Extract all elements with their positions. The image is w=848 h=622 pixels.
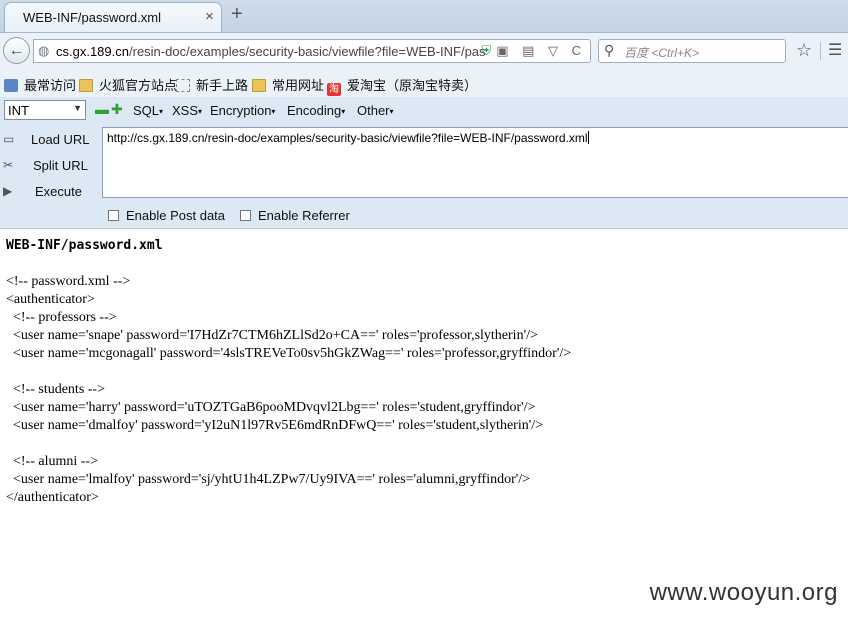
search-placeholder: 百度 <Ctrl+K> bbox=[624, 46, 700, 60]
enable-post-checkbox[interactable]: Enable Post data bbox=[108, 208, 225, 223]
code-line: <!-- professors --> bbox=[6, 310, 117, 325]
bookmarks-toolbar: 最常访问 火狐官方站点 新手上路 常用网址 淘爱淘宝（原淘宝特卖） bbox=[0, 68, 848, 98]
type-select-value: INT bbox=[8, 103, 29, 118]
enable-referrer-checkbox[interactable]: Enable Referrer bbox=[240, 208, 350, 223]
apps-icon bbox=[4, 79, 18, 92]
hackbar-panel: INT ▼ ▬ ✚ SQL▾ XSS▾ Encryption▾ Encoding… bbox=[0, 97, 848, 229]
tab-password-xml[interactable]: WEB-INF/password.xml × bbox=[4, 2, 222, 32]
globe-icon: ◍ bbox=[38, 43, 50, 58]
search-icon: ⚲ bbox=[604, 42, 615, 58]
menu-sql[interactable]: SQL▾ bbox=[133, 103, 163, 118]
code-line: <user name='mcgonagall' password='4slsTR… bbox=[6, 346, 572, 361]
folder-icon bbox=[252, 79, 266, 92]
folder-icon bbox=[79, 79, 93, 92]
search-box[interactable]: ⚲ 百度 <Ctrl+K> bbox=[598, 39, 786, 63]
address-text: cs.gx.189.cn/resin-doc/examples/security… bbox=[56, 44, 486, 59]
code-line: <user name='lmalfoy' password='sj/yhtU1h… bbox=[6, 472, 531, 487]
menu-xss[interactable]: XSS▾ bbox=[172, 103, 202, 118]
code-line: <!-- students --> bbox=[6, 382, 105, 397]
file-title: WEB-INF/password.xml bbox=[6, 238, 163, 253]
type-select[interactable]: INT ▼ bbox=[4, 100, 86, 120]
menu-other[interactable]: Other▾ bbox=[357, 103, 394, 118]
bookmarks-list-icon[interactable]: ☰ bbox=[828, 40, 842, 60]
address-bar[interactable]: ◍ cs.gx.189.cn/resin-doc/examples/securi… bbox=[33, 39, 591, 63]
code-line: <!-- alumni --> bbox=[6, 454, 98, 469]
code-line: <user name='snape' password='I7HdZr7CTM6… bbox=[6, 328, 538, 343]
toolbar-divider bbox=[820, 42, 821, 60]
bookmark-getting-started[interactable]: 新手上路 bbox=[176, 75, 248, 94]
code-line: </authenticator> bbox=[6, 490, 99, 505]
file-contents: <!-- password.xml --> <authenticator> <!-… bbox=[6, 273, 571, 507]
bookmark-most-visited[interactable]: 最常访问 bbox=[4, 75, 76, 94]
code-line: <!-- password.xml --> bbox=[6, 274, 131, 289]
menu-encryption[interactable]: Encryption▾ bbox=[210, 103, 275, 118]
scissors-icon: ✂ bbox=[3, 158, 14, 172]
taobao-icon: 淘 bbox=[327, 83, 341, 96]
close-tab-icon[interactable]: × bbox=[205, 8, 214, 25]
increase-icon[interactable]: ✚ bbox=[111, 101, 123, 118]
new-tab-button[interactable]: + bbox=[231, 3, 243, 26]
page-icon bbox=[176, 79, 190, 92]
load-icon: ▭ bbox=[3, 132, 15, 146]
code-line: <user name='dmalfoy' password='yI2uN1l97… bbox=[6, 418, 544, 433]
bookmark-common-sites[interactable]: 常用网址 bbox=[252, 75, 324, 94]
url-textarea-value: http://cs.gx.189.cn/resin-doc/examples/s… bbox=[107, 131, 589, 145]
url-textarea[interactable]: http://cs.gx.189.cn/resin-doc/examples/s… bbox=[102, 127, 848, 198]
play-icon: ▶ bbox=[3, 184, 13, 198]
code-line: <authenticator> bbox=[6, 292, 95, 307]
page-content: WEB-INF/password.xml <!-- password.xml -… bbox=[0, 229, 848, 622]
bookmark-star-icon[interactable]: ☆ bbox=[796, 40, 812, 61]
back-button[interactable]: ← bbox=[3, 37, 30, 64]
bookmark-ai-taobao[interactable]: 淘爱淘宝（原淘宝特卖） bbox=[327, 75, 477, 96]
bookmark-firefox-site[interactable]: 火狐官方站点 bbox=[79, 75, 177, 94]
address-bar-icons[interactable]: ⛨▣ ▤ ▽ C bbox=[481, 43, 586, 59]
shield-icon: ⛨ bbox=[481, 43, 497, 58]
chevron-down-icon: ▼ bbox=[73, 103, 82, 113]
tab-strip: WEB-INF/password.xml × + bbox=[0, 0, 848, 32]
decrease-icon[interactable]: ▬ bbox=[95, 101, 109, 117]
menu-encoding[interactable]: Encoding▾ bbox=[287, 103, 345, 118]
tab-title: WEB-INF/password.xml bbox=[23, 10, 161, 25]
code-line: <user name='harry' password='uTOZTGaB6po… bbox=[6, 400, 536, 415]
watermark: www.wooyun.org bbox=[649, 579, 838, 606]
navigation-bar: ← ◍ cs.gx.189.cn/resin-doc/examples/secu… bbox=[0, 32, 848, 69]
